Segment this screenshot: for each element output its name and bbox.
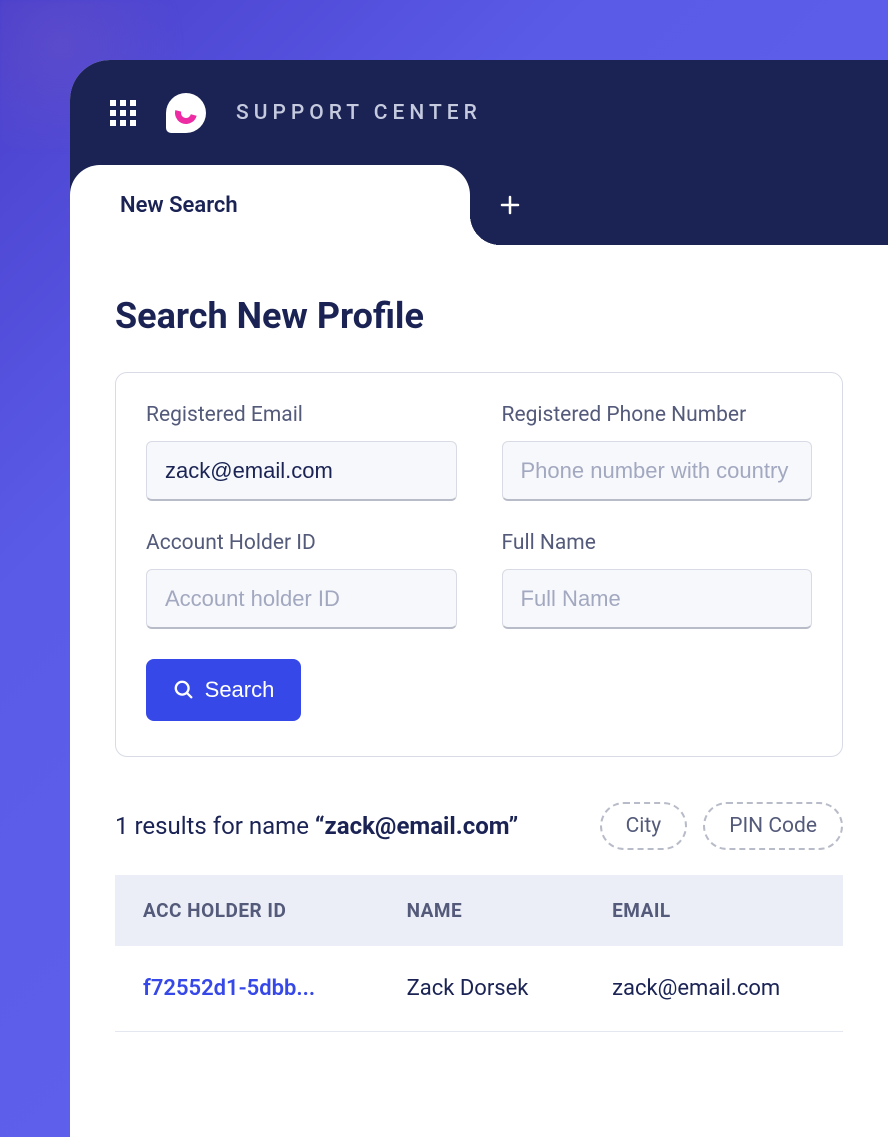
email-label: Registered Email (146, 403, 457, 427)
filter-chip-city[interactable]: City (600, 802, 688, 850)
email-input[interactable] (146, 441, 457, 501)
field-account-id: Account Holder ID (146, 531, 457, 629)
cell-acc-holder-id[interactable]: f72552d1-5dbb... (115, 946, 379, 1032)
plus-icon (498, 193, 522, 217)
results-count-text: 1 results for name (115, 812, 315, 840)
search-icon (173, 679, 195, 701)
col-name: NAME (379, 875, 585, 946)
search-form: Registered Email Registered Phone Number… (115, 372, 843, 757)
tabbar: New Search (70, 165, 888, 245)
phone-input[interactable] (502, 441, 813, 501)
filter-chip-pin[interactable]: PIN Code (703, 802, 843, 850)
logo-icon (166, 93, 206, 133)
results-query: “zack@email.com” (315, 812, 518, 840)
field-full-name: Full Name (502, 531, 813, 629)
field-email: Registered Email (146, 403, 457, 501)
filter-chips: City PIN Code (600, 802, 843, 850)
content: Search New Profile Registered Email Regi… (70, 245, 888, 1032)
field-phone: Registered Phone Number (502, 403, 813, 501)
full-name-label: Full Name (502, 531, 813, 555)
account-id-label: Account Holder ID (146, 531, 457, 555)
phone-label: Registered Phone Number (502, 403, 813, 427)
topbar: SUPPORT CENTER (70, 60, 888, 165)
account-id-input[interactable] (146, 569, 457, 629)
app-title: SUPPORT CENTER (236, 101, 482, 125)
search-button[interactable]: Search (146, 659, 301, 721)
search-button-label: Search (205, 677, 275, 703)
results-bar: 1 results for name “zack@email.com” City… (115, 802, 843, 850)
page-title: Search New Profile (115, 295, 843, 337)
col-acc-holder-id: ACC HOLDER ID (115, 875, 379, 946)
tab-new-search[interactable]: New Search (70, 165, 470, 245)
results-summary: 1 results for name “zack@email.com” (115, 812, 518, 840)
cell-name: Zack Dorsek (379, 946, 585, 1032)
col-email: EMAIL (584, 875, 843, 946)
app-window: SUPPORT CENTER New Search Search New Pro… (70, 60, 888, 1137)
full-name-input[interactable] (502, 569, 813, 629)
tab-label: New Search (120, 193, 238, 218)
cell-email: zack@email.com (584, 946, 843, 1032)
apps-menu-icon[interactable] (110, 100, 136, 126)
table-row[interactable]: f72552d1-5dbb... Zack Dorsek zack@email.… (115, 946, 843, 1032)
results-table: ACC HOLDER ID NAME EMAIL f72552d1-5dbb..… (115, 875, 843, 1032)
